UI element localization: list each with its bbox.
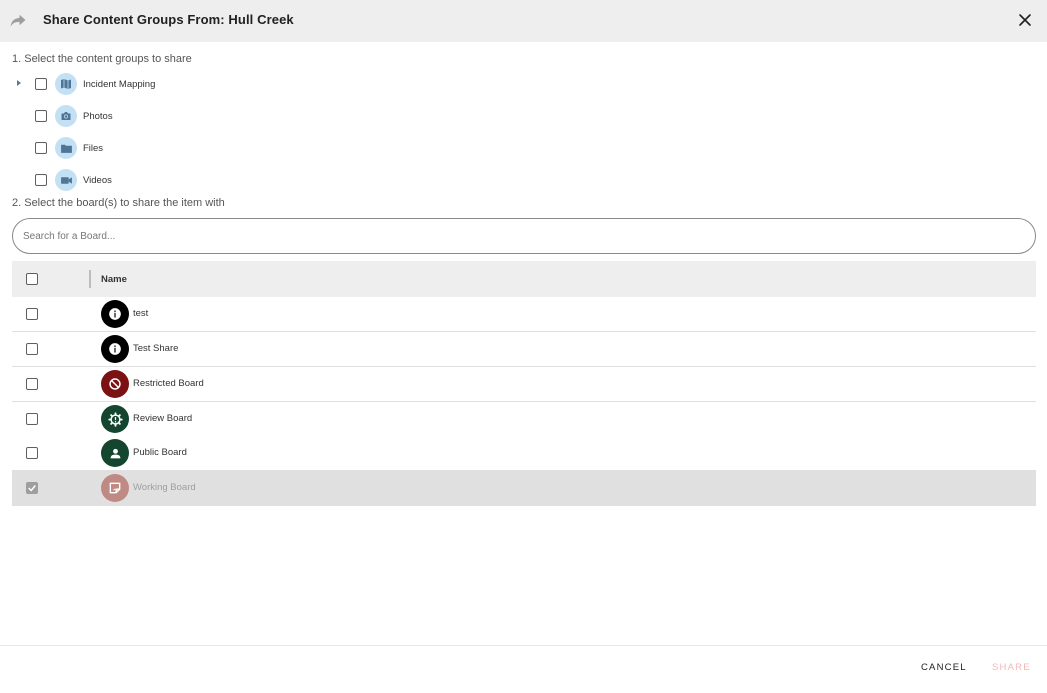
board-row-working-board[interactable]: Working Board — [12, 471, 1036, 506]
info-icon — [101, 335, 129, 363]
expand-arrow-icon[interactable] — [17, 80, 21, 86]
map-icon — [55, 73, 77, 95]
block-icon — [101, 370, 129, 398]
group-label: Photos — [83, 111, 113, 122]
group-checkbox[interactable] — [35, 78, 47, 90]
group-checkbox[interactable] — [35, 110, 47, 122]
board-name: Review Board — [133, 413, 193, 424]
group-label: Files — [83, 143, 104, 154]
gear-icon — [101, 405, 129, 433]
board-name: Restricted Board — [133, 378, 204, 389]
board-search-input[interactable] — [23, 227, 1013, 245]
select-all-checkbox[interactable] — [26, 273, 38, 285]
close-icon[interactable] — [1017, 12, 1033, 28]
board-name: Test Share — [133, 343, 179, 354]
camera-icon — [55, 105, 77, 127]
cancel-button[interactable]: CANCEL — [921, 662, 967, 673]
step1-label: 1. Select the content groups to share — [12, 53, 192, 65]
board-name: Public Board — [133, 447, 187, 458]
check-icon — [28, 485, 36, 492]
share-arrow-icon — [10, 14, 26, 27]
board-row-test-share[interactable]: Test Share — [12, 332, 1036, 367]
board-checkbox[interactable] — [26, 447, 38, 459]
group-checkbox[interactable] — [35, 174, 47, 186]
board-checkbox[interactable] — [26, 413, 38, 425]
content-group-photos: Photos — [0, 104, 400, 128]
column-header-name[interactable]: Name — [101, 274, 127, 285]
person-icon — [101, 439, 129, 467]
board-checkbox[interactable] — [26, 343, 38, 355]
board-checkbox-checked[interactable] — [26, 482, 38, 494]
dialog-title: Share Content Groups From: Hull Creek — [43, 12, 294, 27]
board-row-test[interactable]: test — [12, 297, 1036, 332]
group-label: Videos — [83, 175, 112, 186]
video-camera-icon — [55, 169, 77, 191]
board-row-review-board[interactable]: Review Board — [12, 402, 1036, 437]
share-button[interactable]: SHARE — [992, 662, 1031, 673]
group-label: Incident Mapping — [83, 79, 156, 90]
board-checkbox[interactable] — [26, 378, 38, 390]
board-name: test — [133, 308, 149, 319]
group-checkbox[interactable] — [35, 142, 47, 154]
content-group-files: Files — [0, 136, 400, 160]
board-row-public-board[interactable]: Public Board — [12, 436, 1036, 471]
dialog-header: Share Content Groups From: Hull Creek — [0, 0, 1047, 42]
folder-icon — [55, 137, 77, 159]
step2-label: 2. Select the board(s) to share the item… — [12, 197, 225, 209]
content-group-incident-mapping: Incident Mapping — [0, 72, 400, 96]
column-divider[interactable] — [89, 270, 91, 288]
content-group-videos: Videos — [0, 168, 400, 192]
note-edit-icon — [101, 474, 129, 502]
board-name: Working Board — [133, 482, 196, 493]
info-icon — [101, 300, 129, 328]
dialog-footer: CANCEL SHARE — [0, 645, 1047, 693]
boards-table-header: Name — [12, 261, 1036, 298]
board-checkbox[interactable] — [26, 308, 38, 320]
board-search — [12, 218, 1036, 254]
board-row-restricted-board[interactable]: Restricted Board — [12, 367, 1036, 402]
